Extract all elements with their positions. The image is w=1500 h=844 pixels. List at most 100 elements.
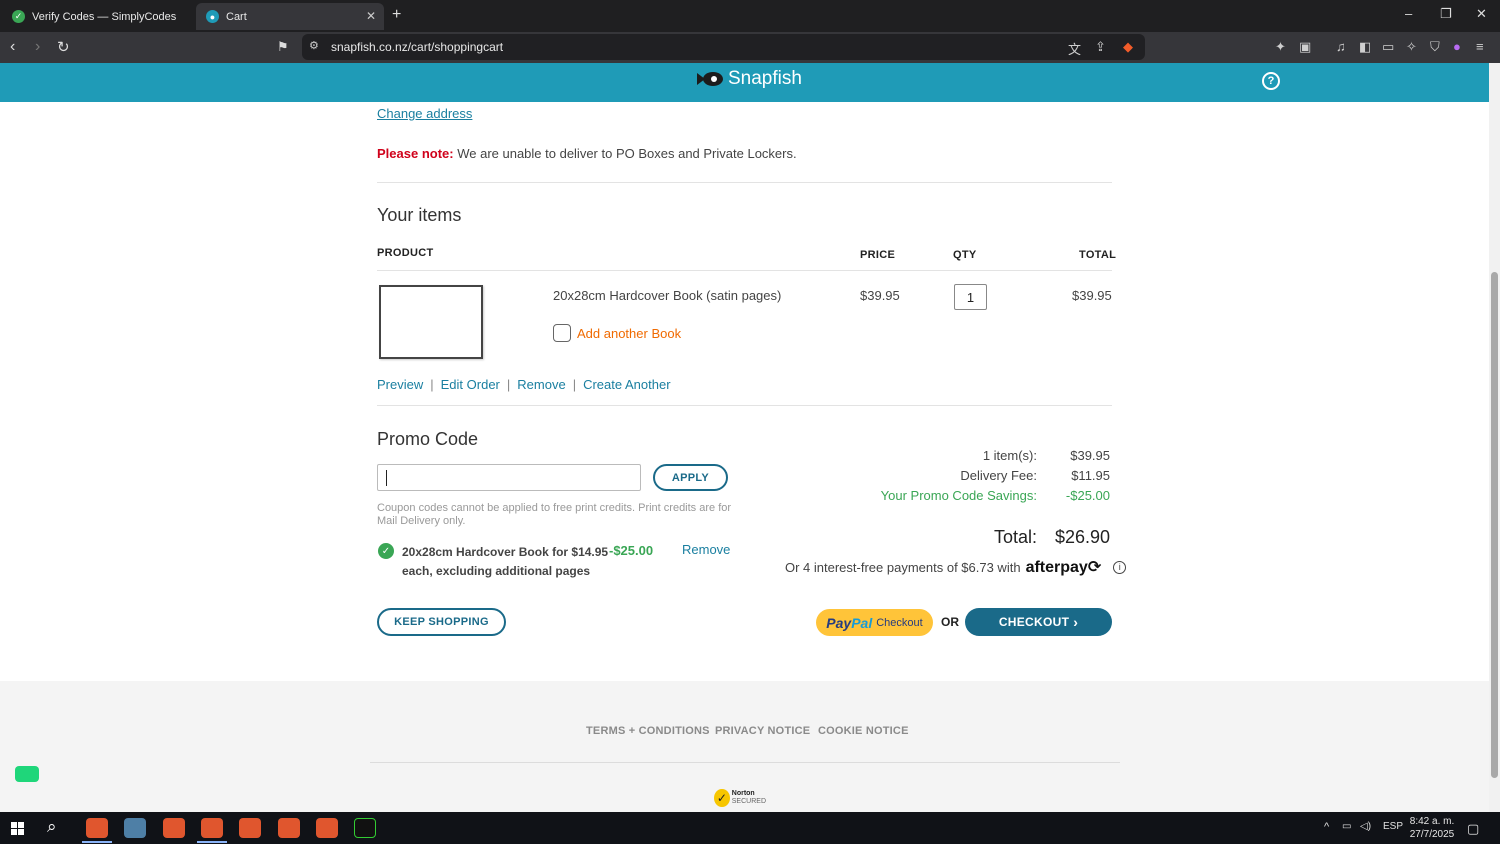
product-total: $39.95 [1072,288,1112,303]
share-icon[interactable]: ⇪ [1095,39,1106,55]
terminal-taskbar-icon[interactable] [354,818,376,838]
footer-divider [370,762,1120,763]
profile-icon[interactable]: ● [1453,39,1461,54]
brave-taskbar-icon[interactable] [239,818,261,838]
notifications-icon[interactable]: ▢ [1467,821,1479,837]
brave-taskbar-icon[interactable] [278,818,300,838]
brave-taskbar-icon[interactable] [316,818,338,838]
paypal-checkout-label: Checkout [876,616,923,629]
preview-link[interactable]: Preview [377,377,423,392]
item-actions: Preview | Edit Order | Remove | Create A… [377,377,671,392]
tab-verify-codes[interactable]: ✓ Verify Codes — SimplyCodes [2,3,192,30]
paypal-pay: Pay [826,614,852,631]
paypal-pal: Pal [851,614,873,631]
app-taskbar-icon[interactable] [124,818,146,838]
add-another-book-checkbox[interactable] [553,324,571,342]
divider [377,405,1112,406]
remove-item-link[interactable]: Remove [517,377,565,392]
total-value: $26.90 [1054,527,1110,547]
chevron-right-icon: › [1073,614,1079,630]
brave-taskbar-icon[interactable] [86,818,108,838]
col-price-header: PRICE [860,249,896,261]
media-icon[interactable]: ♫ [1336,39,1346,54]
terms-link[interactable]: TERMS + CONDITIONS [586,725,710,737]
checkout-label: CHECKOUT [998,615,1070,629]
change-address-link[interactable]: Change address [377,106,472,121]
help-icon[interactable]: ? [1262,72,1280,90]
snapfish-logo[interactable]: Snapfish [697,68,802,90]
volume-icon[interactable]: ◁) [1360,821,1371,832]
close-window-icon[interactable]: ✕ [1476,6,1487,22]
back-icon[interactable]: ‹ [10,38,15,56]
tab-title: Verify Codes — SimplyCodes [32,10,177,23]
menu-icon[interactable]: ≡ [1476,39,1484,54]
norton-line1: Norton [731,790,755,797]
floating-chat-button[interactable] [15,766,39,782]
tab-title: Cart [226,10,247,23]
product-price: $39.95 [860,288,900,303]
apply-promo-button[interactable]: APPLY [653,464,728,491]
reload-icon[interactable]: ↻ [57,38,70,56]
site-info-icon[interactable]: ⚙ [309,39,319,52]
norton-text: Norton SECURED [732,790,766,806]
promo-code-heading: Promo Code [377,429,479,449]
search-icon[interactable]: ⌕ [47,817,57,837]
checkout-button[interactable]: CHECKOUT › [965,608,1112,636]
edit-order-link[interactable]: Edit Order [441,377,500,392]
privacy-link[interactable]: PRIVACY NOTICE [715,725,810,737]
brave-taskbar-icon[interactable] [201,818,223,838]
windows-taskbar [0,812,1500,844]
col-product-header: PRODUCT [377,247,434,259]
windows-start-icon[interactable] [11,822,24,835]
simplycodes-favicon-icon: ✓ [12,10,25,23]
separator: | [430,377,434,392]
forward-icon[interactable]: › [35,38,40,56]
info-icon[interactable]: i [1113,560,1127,574]
product-thumbnail[interactable] [379,285,483,359]
reader-icon[interactable]: ▣ [1299,39,1311,55]
clock-date: 27/7/2025 [1409,829,1455,840]
divider [377,270,1112,271]
new-tab-icon[interactable]: + [392,6,401,24]
translate-icon[interactable]: 文 [1068,39,1081,58]
norton-secured-badge[interactable]: ✓ Norton SECURED [714,787,766,809]
add-another-book-label[interactable]: Add another Book [577,326,681,341]
network-icon[interactable]: ▭ [1342,821,1351,832]
items-subtotal: $39.95 [1070,448,1110,463]
scrollbar-thumb[interactable] [1491,272,1498,778]
wallet-icon[interactable]: ▭ [1382,39,1394,55]
extensions-icon[interactable]: ✦ [1275,39,1286,55]
divider [377,182,1112,183]
delivery-note: Please note: We are unable to deliver to… [377,146,797,161]
sidebar-icon[interactable]: ◧ [1359,39,1371,55]
remove-promo-link[interactable]: Remove [682,542,730,557]
note-text: We are unable to deliver to PO Boxes and… [453,146,797,161]
minimize-icon[interactable]: – [1405,6,1412,21]
keep-shopping-button[interactable]: KEEP SHOPPING [377,608,506,636]
language-indicator[interactable]: ESP [1383,821,1403,832]
brand-name: Snapfish [728,68,802,89]
product-name: 20x28cm Hardcover Book (satin pages) [553,288,782,303]
or-separator: OR [941,615,959,629]
create-another-link[interactable]: Create Another [583,377,670,392]
paypal-checkout-button[interactable]: PayPal Checkout [816,609,933,636]
active-indicator [82,841,112,843]
promo-code-input[interactable] [377,464,641,491]
taskbar-clock[interactable]: 8:42 a. m. 27/7/2025 [1408,815,1456,841]
tray-chevron-icon[interactable]: ^ [1324,821,1329,833]
brave-shields-icon[interactable]: ◆ [1123,39,1133,55]
leo-ai-icon[interactable]: ✧ [1406,39,1417,55]
quantity-input[interactable]: 1 [954,284,987,310]
vpn-icon[interactable]: ⛉ [1430,39,1440,55]
restore-icon[interactable]: ❐ [1440,6,1452,22]
close-tab-icon[interactable]: ✕ [366,9,376,23]
col-qty-header: QTY [953,249,977,261]
note-label: Please note: [377,146,454,161]
brave-taskbar-icon[interactable] [163,818,185,838]
active-indicator [197,841,227,843]
tab-cart[interactable]: ● Cart ✕ [196,3,384,30]
paypal-logo: PayPal [826,615,872,631]
bookmark-icon[interactable]: ⚑ [277,39,289,55]
cookie-link[interactable]: COOKIE NOTICE [818,725,909,737]
afterpay-brand: afterpay [1025,559,1088,576]
